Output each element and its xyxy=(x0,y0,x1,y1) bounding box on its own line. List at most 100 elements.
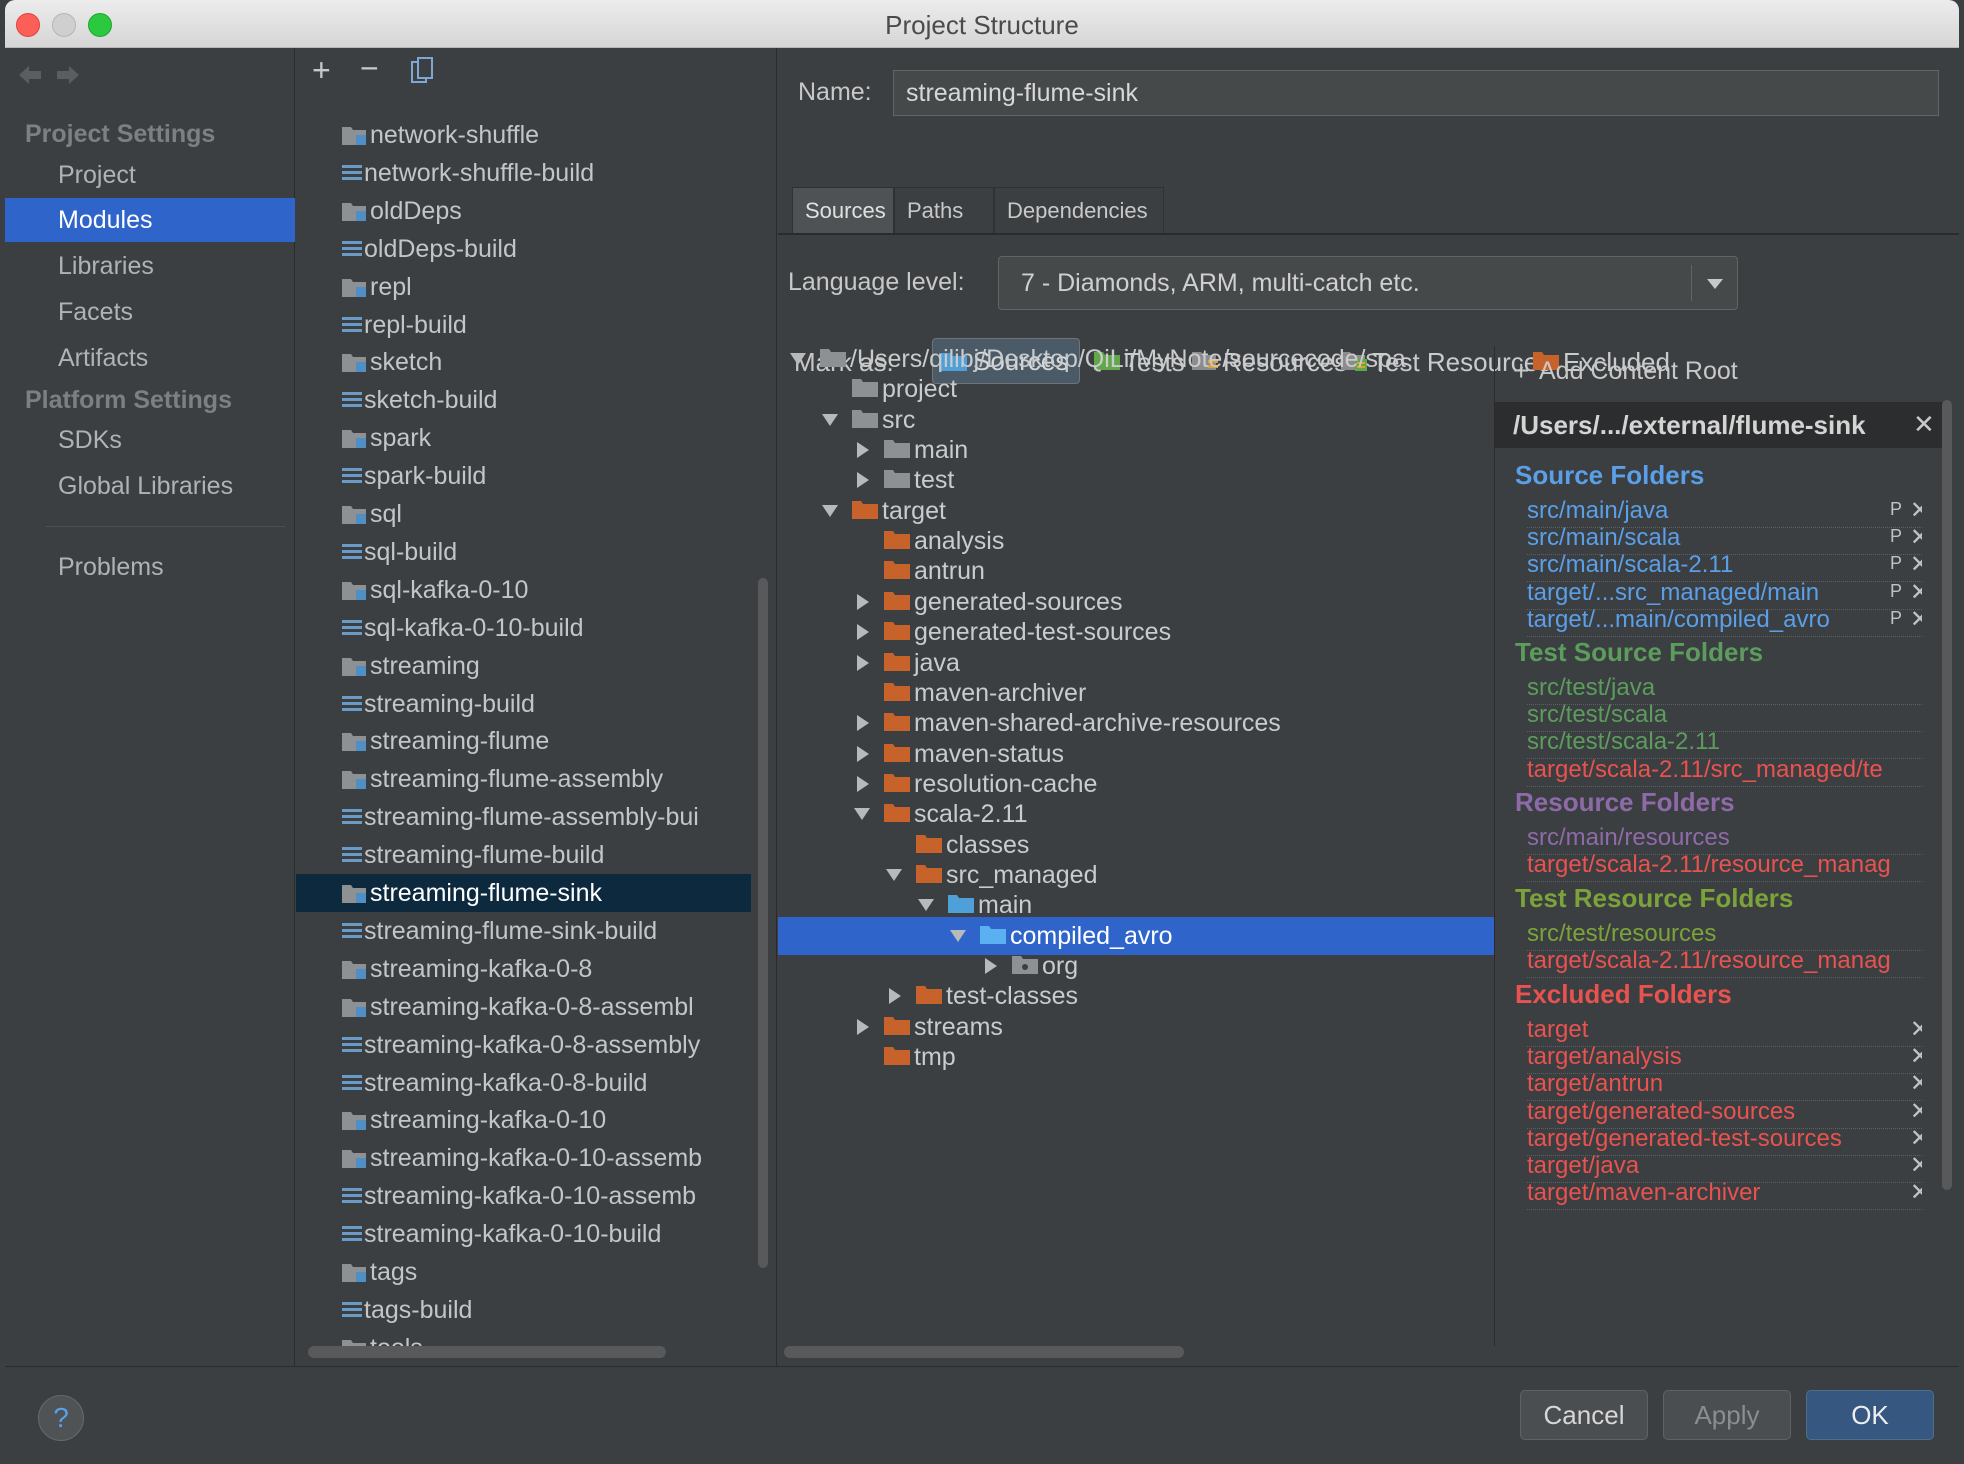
expand-down-icon[interactable] xyxy=(822,504,838,517)
arrow-left-icon[interactable] xyxy=(17,64,43,86)
module-row[interactable]: sql-kafka-0-10 xyxy=(296,571,751,609)
expand-right-icon[interactable] xyxy=(857,1018,869,1035)
folder-entry[interactable]: target/scala-2.11/src_managed/te xyxy=(1527,753,1922,787)
expand-right-icon[interactable] xyxy=(889,988,901,1005)
library-icon xyxy=(342,163,362,183)
add-content-root-button[interactable]: Add Content Root xyxy=(1539,356,1738,386)
tree-row[interactable]: tmp xyxy=(778,1038,1494,1076)
expand-down-icon[interactable] xyxy=(918,899,934,912)
module-row[interactable]: streaming-kafka-0-10 xyxy=(296,1101,751,1139)
module-row[interactable]: streaming-build xyxy=(296,685,751,723)
sidebar-item-project[interactable]: Project xyxy=(5,153,295,197)
module-row[interactable]: oldDeps-build xyxy=(296,230,751,268)
library-icon xyxy=(342,807,362,827)
module-row[interactable]: streaming-kafka-0-10-build xyxy=(296,1215,751,1253)
expand-right-icon[interactable] xyxy=(857,593,869,610)
folder-entry-label: target/...src_managed/main xyxy=(1527,578,1820,606)
module-row[interactable]: streaming xyxy=(296,647,751,685)
apply-button[interactable]: Apply xyxy=(1663,1390,1791,1440)
folder-entry[interactable]: target/maven-archiver ✕ xyxy=(1527,1176,1922,1211)
module-row[interactable]: streaming-flume-sink xyxy=(296,874,751,912)
module-row[interactable]: streaming-kafka-0-10-assemb xyxy=(296,1177,751,1215)
module-row[interactable]: network-shuffle xyxy=(296,116,751,154)
folder-entry[interactable]: target/...main/compiled_avro P✕ xyxy=(1527,603,1922,637)
expand-down-icon[interactable] xyxy=(886,868,902,881)
expand-right-icon[interactable] xyxy=(857,745,869,762)
folder-icon xyxy=(884,651,910,673)
module-row[interactable]: streaming-flume-sink-build xyxy=(296,912,751,950)
tree-horizontal-scrollbar[interactable] xyxy=(784,1346,1184,1358)
tab-paths[interactable]: Paths xyxy=(894,187,994,233)
language-level-value: 7 - Diamonds, ARM, multi-catch etc. xyxy=(1021,269,1420,297)
sidebar-item-artifacts[interactable]: Artifacts xyxy=(5,336,295,380)
module-row[interactable]: tags xyxy=(296,1253,751,1291)
expand-right-icon[interactable] xyxy=(857,472,869,489)
remove-content-root-icon[interactable]: ✕ xyxy=(1913,402,1935,446)
tab-dependencies[interactable]: Dependencies xyxy=(994,187,1164,233)
module-row[interactable]: streaming-flume-assembly xyxy=(296,760,751,798)
module-row[interactable]: repl-build xyxy=(296,306,751,344)
module-row[interactable]: network-shuffle-build xyxy=(296,154,751,192)
module-row[interactable]: sketch-build xyxy=(296,381,751,419)
module-row[interactable]: oldDeps xyxy=(296,192,751,230)
folder-entry[interactable]: target/scala-2.11/resource_manag xyxy=(1527,944,1922,979)
remove-folder-icon[interactable]: ✕ xyxy=(1910,603,1922,636)
expand-right-icon[interactable] xyxy=(857,654,869,671)
folder-icon xyxy=(884,438,910,460)
folder-entry[interactable]: target/scala-2.11/resource_manag xyxy=(1527,848,1922,883)
expand-right-icon[interactable] xyxy=(857,624,869,641)
sidebar-item-modules[interactable]: Modules xyxy=(5,198,295,242)
cancel-button[interactable]: Cancel xyxy=(1520,1390,1648,1440)
copy-icon[interactable] xyxy=(410,56,434,84)
expand-right-icon[interactable] xyxy=(857,715,869,732)
expand-right-icon[interactable] xyxy=(857,442,869,459)
module-row[interactable]: repl xyxy=(296,268,751,306)
roots-vertical-scrollbar[interactable] xyxy=(1942,400,1952,1190)
sidebar-item-global-libraries[interactable]: Global Libraries xyxy=(5,464,295,508)
modules-horizontal-scrollbar[interactable] xyxy=(308,1346,666,1358)
tab-sources[interactable]: Sources xyxy=(792,187,894,233)
add-module-button[interactable]: + xyxy=(312,52,331,89)
sidebar-item-facets[interactable]: Facets xyxy=(5,290,295,334)
module-label: sketch-build xyxy=(364,386,498,415)
module-name-input[interactable]: streaming-flume-sink xyxy=(893,70,1939,116)
module-row[interactable]: tags-build xyxy=(296,1291,751,1329)
sidebar-item-problems[interactable]: Problems xyxy=(5,545,295,589)
folder-icon xyxy=(852,499,878,521)
module-row[interactable]: spark-build xyxy=(296,457,751,495)
module-row[interactable]: sql-kafka-0-10-build xyxy=(296,609,751,647)
module-row[interactable]: sketch xyxy=(296,343,751,381)
modules-vertical-scrollbar[interactable] xyxy=(758,578,768,1268)
ok-button[interactable]: OK xyxy=(1806,1390,1934,1440)
folder-icon xyxy=(916,863,942,885)
expand-right-icon[interactable] xyxy=(985,958,997,974)
package-prefix-icon[interactable]: P xyxy=(1890,603,1902,635)
module-row[interactable]: streaming-kafka-0-8 xyxy=(296,950,751,988)
expand-down-icon[interactable] xyxy=(950,929,966,942)
module-label: sql-build xyxy=(364,537,458,566)
expand-down-icon[interactable] xyxy=(822,413,838,426)
expand-right-icon[interactable] xyxy=(857,775,869,792)
module-row[interactable]: streaming-flume-build xyxy=(296,836,751,874)
module-label: oldDeps xyxy=(370,196,462,225)
module-row[interactable]: streaming-kafka-0-8-assembl xyxy=(296,988,751,1026)
module-row[interactable]: streaming-kafka-0-8-build xyxy=(296,1064,751,1102)
module-row[interactable]: streaming-flume-assembly-bui xyxy=(296,798,751,836)
sidebar-item-libraries[interactable]: Libraries xyxy=(5,244,295,288)
module-row[interactable]: spark xyxy=(296,419,751,457)
module-row[interactable]: streaming-flume xyxy=(296,722,751,760)
folder-entry-label: target/java xyxy=(1527,1152,1640,1179)
module-row[interactable]: streaming-kafka-0-10-assemb xyxy=(296,1139,751,1177)
module-row[interactable]: streaming-kafka-0-8-assembly xyxy=(296,1026,751,1064)
module-row[interactable]: sql xyxy=(296,495,751,533)
language-level-select[interactable]: 7 - Diamonds, ARM, multi-catch etc. xyxy=(998,256,1738,310)
folder-icon xyxy=(884,1015,910,1037)
expand-down-icon[interactable] xyxy=(854,808,870,821)
remove-folder-icon[interactable]: ✕ xyxy=(1910,1176,1922,1209)
expand-down-icon[interactable] xyxy=(790,353,806,365)
arrow-right-icon[interactable] xyxy=(55,64,81,86)
remove-module-button[interactable]: − xyxy=(360,50,379,87)
module-row[interactable]: sql-build xyxy=(296,533,751,571)
sidebar-item-sdks[interactable]: SDKs xyxy=(5,418,295,462)
help-button[interactable]: ? xyxy=(38,1395,84,1441)
